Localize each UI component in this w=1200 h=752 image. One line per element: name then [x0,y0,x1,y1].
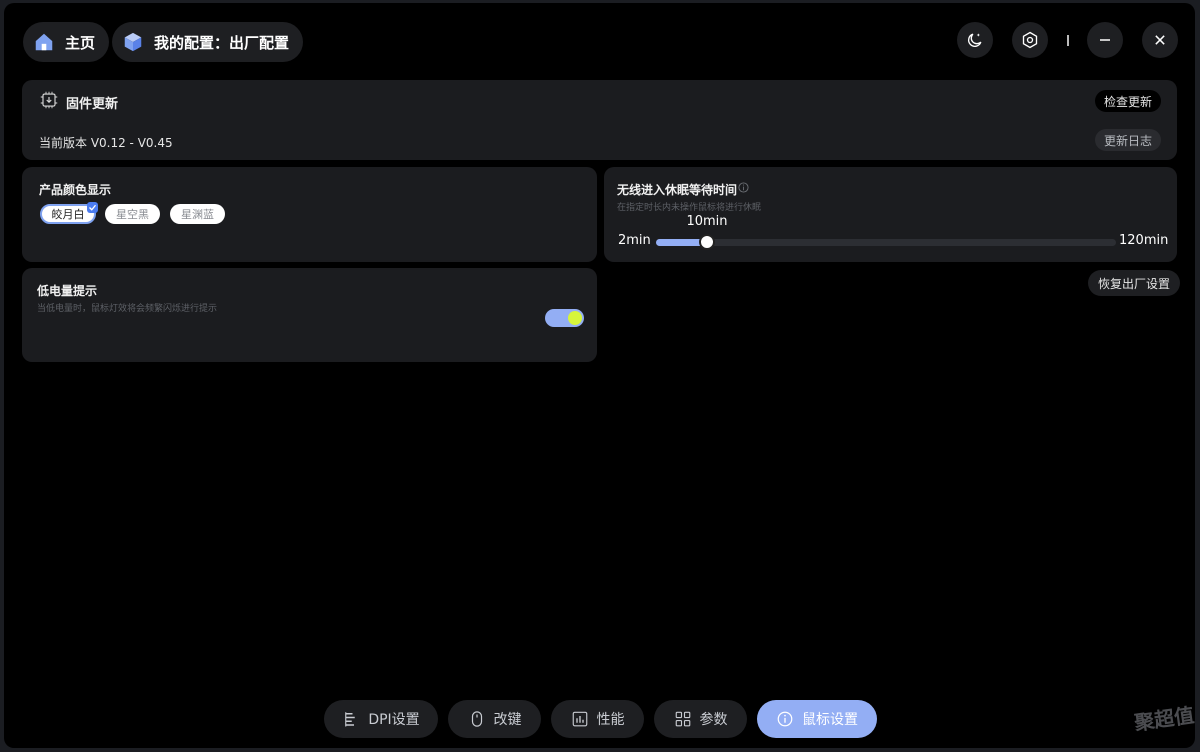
info-icon [777,711,793,727]
nav-label: 鼠标设置 [802,712,858,728]
low-battery-toggle[interactable] [545,309,584,327]
sleep-slider-value: 10min [686,214,728,229]
nav-label: 改键 [493,712,522,728]
restore-factory-button[interactable]: 恢复出厂设置 [1088,270,1181,296]
sleep-title: 无线进入休眠等待时间 [617,183,738,197]
nav-label: 性能 [596,712,625,728]
sleep-slider[interactable] [656,234,1116,250]
nav-parameters[interactable]: 参数 [654,700,747,738]
changelog-button[interactable]: 更新日志 [1095,129,1162,151]
moon-icon [968,33,982,47]
close-button[interactable] [1142,22,1178,58]
toggle-knob [568,311,582,325]
nav-dpi-settings[interactable]: DPI设置 [324,700,438,738]
color-chip-label: 皎月白 [51,208,85,221]
firmware-version: 当前版本 V0.12 - V0.45 [39,136,173,150]
config-label: 我的配置：出厂配置 [154,33,290,52]
watermark-logo: 聚超值 [1132,702,1195,736]
grid-icon [675,711,690,727]
check-update-button[interactable]: 检查更新 [1095,90,1162,112]
firmware-chip-icon [40,91,58,109]
dpi-icon [345,712,356,727]
color-chip-label: 星空黑 [116,208,149,221]
gear-icon [1022,31,1038,49]
info-icon [738,182,749,193]
home-icon [35,33,53,51]
firmware-title: 固件更新 [66,97,119,112]
color-chip-moon-white[interactable]: 皎月白 [40,202,98,224]
sleep-slider-thumb[interactable] [699,234,715,250]
minimize-button[interactable] [1087,22,1123,58]
close-icon [1155,35,1165,45]
home-button[interactable]: 主页 [23,22,110,62]
mouse-icon [471,711,482,727]
sleep-slider-max: 120min [1119,233,1169,248]
low-battery-subtitle: 当低电量时，鼠标灯效将会频繁闪烁进行提示 [37,304,218,314]
color-chip-abyss-blue[interactable]: 星渊蓝 [170,204,225,224]
nav-key-remap[interactable]: 改键 [448,700,541,738]
firmware-card [22,80,1177,160]
minimize-icon [1100,39,1110,41]
sleep-slider-min: 2min [618,233,651,248]
settings-button[interactable] [1012,22,1048,58]
cube-icon [124,32,142,52]
home-label: 主页 [65,33,96,52]
color-chip-starry-black[interactable]: 星空黑 [105,204,160,224]
theme-toggle-button[interactable] [957,22,993,58]
performance-icon [572,711,587,727]
low-battery-card [22,268,597,362]
nav-performance[interactable]: 性能 [551,700,644,738]
nav-mouse-settings[interactable]: 鼠标设置 [757,700,877,738]
app-window: 主页 我的配置：出厂配置 固件更新 当前版本 V0.12 - V0.45 检查更… [4,3,1195,748]
check-icon [87,202,98,213]
config-selector[interactable]: 我的配置：出厂配置 [112,22,304,62]
nav-label: DPI设置 [368,712,420,728]
sleep-subtitle: 在指定时长内未操作鼠标将进行休眠 [617,203,762,213]
nav-label: 参数 [699,712,728,728]
header-divider [1067,35,1069,46]
color-chip-label: 星渊蓝 [181,208,214,221]
low-battery-title: 低电量提示 [37,284,98,298]
color-display-title: 产品颜色显示 [39,183,112,197]
